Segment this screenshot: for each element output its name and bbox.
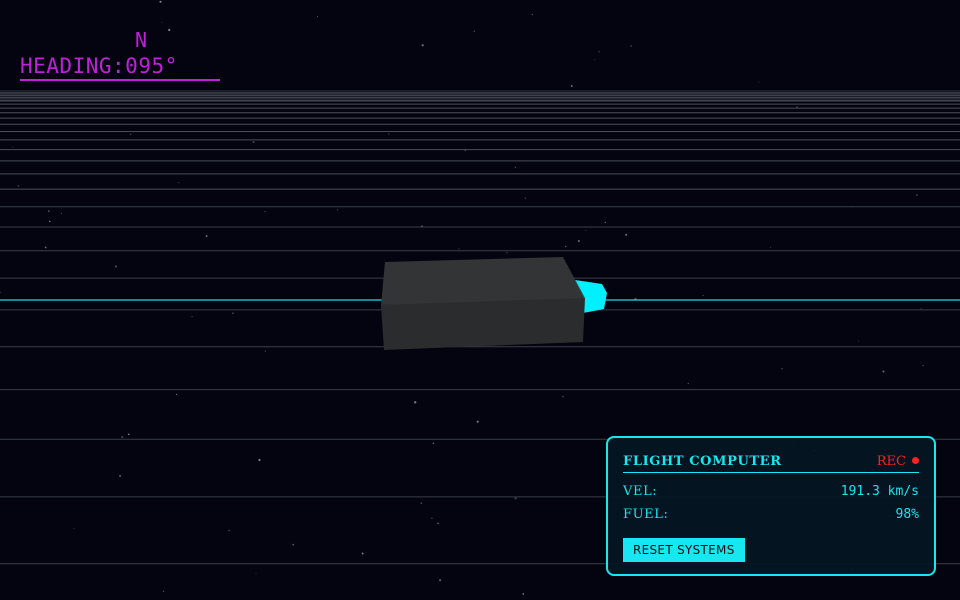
star: [438, 579, 442, 582]
star: [473, 30, 475, 32]
ship-top-face: [381, 257, 585, 305]
star: [920, 308, 922, 310]
heading-value: 095°: [125, 54, 178, 78]
star: [625, 233, 628, 236]
star: [258, 458, 261, 462]
star: [506, 252, 508, 254]
rec-label: REC: [876, 454, 906, 469]
star: [292, 543, 295, 546]
star: [702, 294, 704, 296]
star: [264, 350, 266, 352]
star: [594, 59, 596, 61]
star: [232, 312, 234, 315]
star: [129, 133, 132, 136]
star: [161, 21, 163, 23]
star: [916, 194, 918, 196]
star: [162, 590, 165, 593]
star: [585, 230, 587, 231]
compass-underline: [20, 79, 220, 81]
star: [361, 552, 364, 555]
rec-dot-icon: [912, 457, 919, 464]
star: [421, 44, 424, 47]
star: [922, 364, 924, 367]
star: [60, 212, 63, 214]
fuel-row: FUEL: 98%: [623, 507, 919, 525]
star: [414, 401, 417, 404]
velocity-row: VEL: 191.3 km/s: [623, 484, 919, 502]
fuel-label: FUEL:: [623, 507, 669, 522]
star: [73, 528, 75, 530]
star: [420, 502, 423, 504]
star: [191, 315, 193, 318]
star: [687, 382, 689, 385]
star: [12, 146, 14, 148]
heading-label: HEADING: [20, 54, 113, 78]
star: [159, 0, 162, 3]
star: [562, 395, 564, 398]
star: [228, 529, 230, 532]
star: [205, 235, 208, 238]
star: [531, 13, 534, 16]
velocity-value: 191.3 km/s: [840, 484, 919, 499]
star: [121, 436, 124, 439]
star: [514, 166, 517, 169]
star: [432, 442, 434, 444]
star: [458, 248, 460, 250]
star: [598, 51, 600, 53]
star: [522, 593, 525, 595]
star: [604, 221, 606, 224]
star: [770, 246, 771, 248]
star: [882, 370, 885, 373]
star: [48, 220, 51, 223]
compass-north-marker: N: [135, 28, 148, 52]
flight-computer-panel: FLIGHT COMPUTER REC VEL: 191.3 km/s FUEL…: [606, 436, 936, 576]
star: [524, 197, 526, 199]
reset-systems-button[interactable]: RESET SYSTEMS: [623, 538, 745, 562]
star: [758, 81, 760, 83]
star: [316, 16, 318, 17]
star: [264, 210, 266, 213]
velocity-label: VEL:: [623, 484, 658, 499]
star: [175, 393, 178, 396]
star: [781, 367, 783, 370]
star: [17, 185, 20, 187]
star: [570, 85, 573, 87]
star: [48, 210, 50, 212]
panel-title: FLIGHT COMPUTER: [623, 454, 782, 469]
star: [514, 497, 517, 500]
star: [178, 181, 180, 183]
star: [796, 106, 798, 108]
panel-header: FLIGHT COMPUTER REC: [623, 454, 919, 473]
star: [337, 209, 339, 211]
star: [114, 265, 118, 268]
star: [255, 573, 257, 575]
rec-indicator: REC: [877, 454, 919, 469]
star: [431, 517, 433, 520]
star: [118, 474, 122, 478]
star: [44, 246, 47, 249]
star: [565, 245, 567, 248]
star: [476, 420, 479, 423]
ship-front-face: [381, 298, 585, 350]
star: [252, 141, 255, 143]
star: [387, 133, 390, 135]
star: [127, 433, 130, 436]
star: [168, 28, 171, 32]
star: [857, 340, 859, 342]
heading-readout: HEADING:095°: [20, 54, 178, 78]
fuel-value: 98%: [895, 507, 919, 522]
star: [630, 45, 632, 47]
star: [437, 522, 439, 525]
star: [577, 239, 580, 243]
